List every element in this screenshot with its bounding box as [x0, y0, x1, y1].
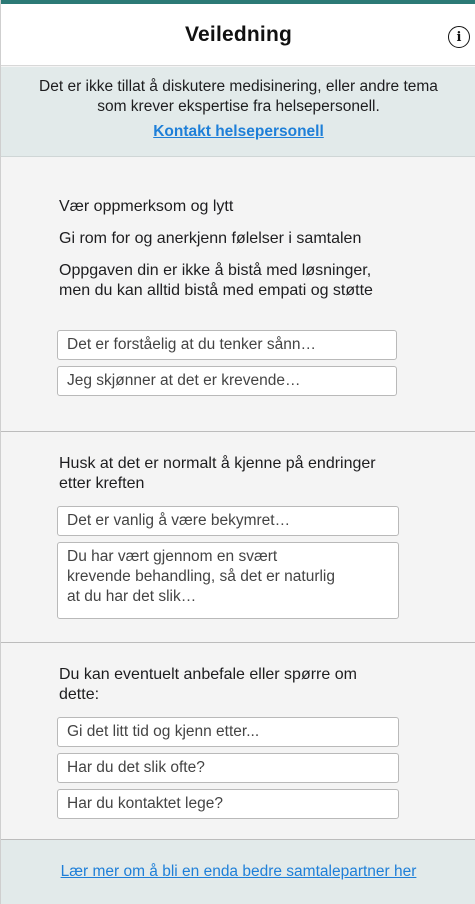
tip-text: Oppgaven din er ikke å bistå med løsning… — [59, 262, 372, 279]
suggestion-chip[interactable]: Jeg skjønner at det er krevende… — [57, 366, 397, 396]
panel-footer: Lær mer om å bli en enda bedre samtalepa… — [1, 840, 475, 904]
page-title: Veiledning — [184, 22, 293, 46]
notice-line-2: som krever ekspertise fra helsepersonell… — [97, 98, 380, 115]
tip-text: dette: — [59, 686, 100, 703]
tip-text: Du kan eventuelt anbefale eller spørre o… — [59, 666, 357, 683]
suggestion-chip-multiline[interactable]: Du har vært gjennom en svært krevende be… — [57, 542, 399, 619]
tip-text: Vær oppmerksom og lytt — [59, 198, 234, 215]
suggestion-line: krevende behandling, så det er naturlig — [67, 568, 335, 585]
suggestion-chip[interactable]: Har du kontaktet lege? — [57, 789, 399, 819]
guidance-panel: Veiledning i Det er ikke tillat å diskut… — [0, 0, 475, 904]
contact-health-personnel-link[interactable]: Kontakt helsepersonell — [153, 123, 324, 141]
tip-text: etter kreften — [59, 475, 145, 492]
restriction-notice: Det er ikke tillat å diskutere medisiner… — [1, 67, 475, 157]
suggestion-line: Du har vært gjennom en svært — [67, 548, 278, 565]
tip-text: Gi rom for og anerkjenn følelser i samta… — [59, 230, 362, 247]
panel-header: Veiledning i — [1, 4, 475, 66]
suggestion-chip[interactable]: Det er vanlig å være bekymret… — [57, 506, 399, 536]
info-icon[interactable]: i — [448, 26, 470, 48]
suggestion-chip[interactable]: Har du det slik ofte? — [57, 753, 399, 783]
guidance-section-2: Husk at det er normalt å kjenne på endri… — [1, 432, 475, 643]
guidance-section-1: Vær oppmerksom og lytt Gi rom for og ane… — [1, 157, 475, 432]
suggestion-line: at du har det slik… — [67, 588, 197, 605]
suggestion-chip[interactable]: Gi det litt tid og kjenn etter... — [57, 717, 399, 747]
learn-more-link[interactable]: Lær mer om å bli en enda bedre samtalepa… — [61, 863, 417, 881]
tip-text: men du kan alltid bistå med empati og st… — [59, 282, 373, 299]
guidance-section-3: Du kan eventuelt anbefale eller spørre o… — [1, 643, 475, 840]
notice-line-1: Det er ikke tillat å diskutere medisiner… — [39, 78, 438, 95]
tip-text: Husk at det er normalt å kjenne på endri… — [59, 455, 376, 472]
suggestion-chip[interactable]: Det er forståelig at du tenker sånn… — [57, 330, 397, 360]
